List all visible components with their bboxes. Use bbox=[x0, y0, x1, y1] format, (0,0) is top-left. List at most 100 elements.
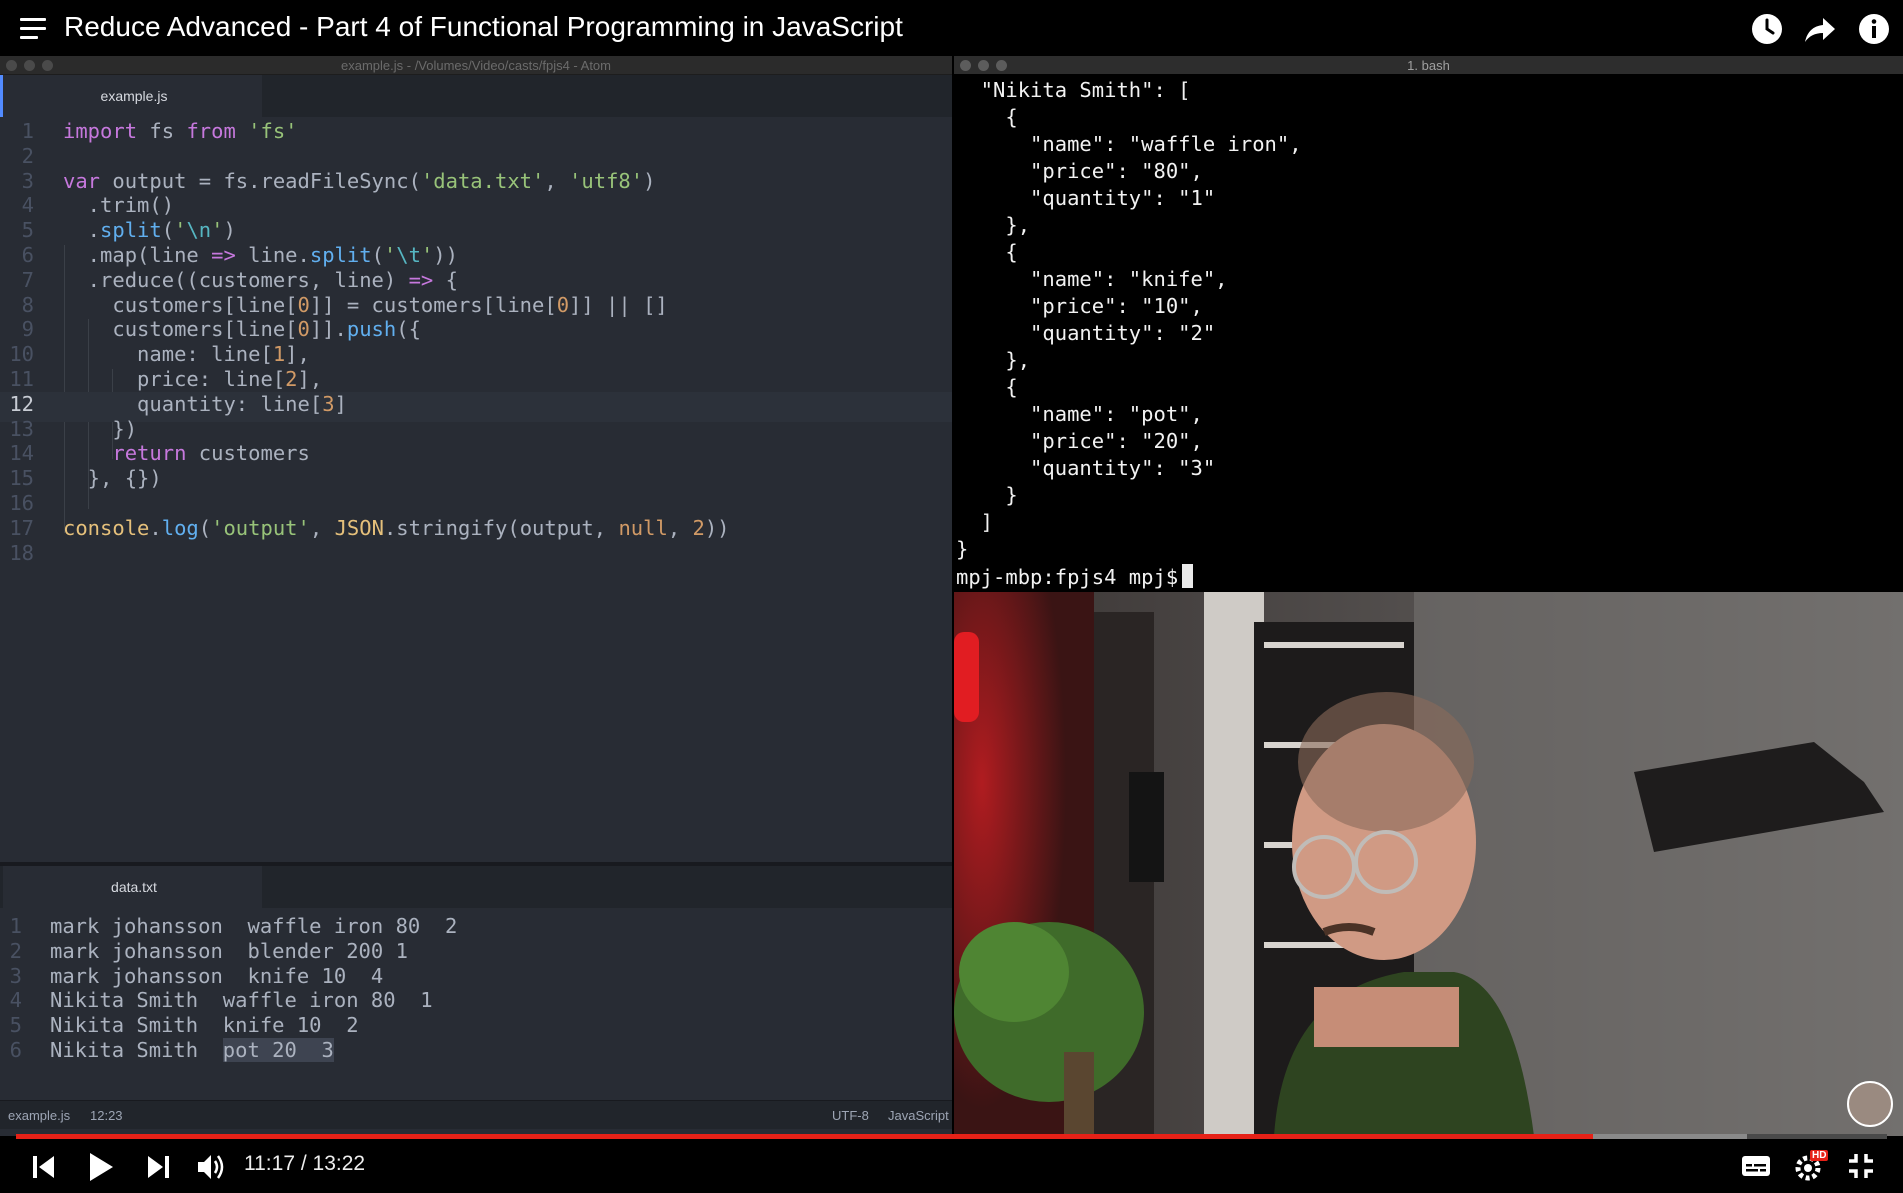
code-text: .reduce((customers, line) => { bbox=[63, 267, 458, 292]
terminal-line: "name": "waffle iron", bbox=[956, 132, 1302, 156]
terminal-line: "Nikita Smith": [ bbox=[956, 78, 1191, 102]
code-text: customers[line[0]].push({ bbox=[63, 317, 421, 342]
code-text: .map(line => line.split('\t')) bbox=[63, 243, 458, 267]
code-line[interactable]: 18 bbox=[0, 541, 952, 571]
next-icon[interactable] bbox=[146, 1154, 170, 1185]
line-number: 8 bbox=[21, 292, 34, 317]
line-number: 17 bbox=[9, 515, 34, 540]
video-title[interactable]: Reduce Advanced - Part 4 of Functional P… bbox=[64, 11, 903, 43]
line-number: 13 bbox=[9, 416, 34, 441]
editor-titlebar: example.js - /Volumes/Video/casts/fpjs4 … bbox=[0, 56, 952, 75]
code-text: console.log('output', JSON.stringify(out… bbox=[63, 515, 730, 540]
line-number: 1 bbox=[21, 119, 34, 143]
menu-icon[interactable] bbox=[20, 18, 46, 40]
exit-fullscreen-icon[interactable] bbox=[1848, 1153, 1874, 1184]
terminal-window: 1. bash "Nikita Smith": [ { "name": "waf… bbox=[954, 56, 1903, 592]
line-number: 3 bbox=[9, 963, 22, 988]
line-number: 7 bbox=[21, 267, 34, 292]
current-time: 11:17 bbox=[244, 1152, 295, 1175]
info-icon[interactable] bbox=[1857, 12, 1891, 46]
line-number: 4 bbox=[21, 193, 34, 218]
terminal-titlebar: 1. bash bbox=[954, 56, 1903, 74]
terminal-cursor bbox=[1182, 564, 1194, 588]
data-txt-editor[interactable]: 1 mark johansson waffle iron 80 2 2 mark jo… bbox=[0, 908, 952, 1098]
channel-avatar[interactable] bbox=[1847, 1081, 1893, 1127]
atom-editor-window: example.js - /Volumes/Video/casts/fpjs4 … bbox=[0, 56, 952, 1136]
share-icon[interactable] bbox=[1803, 12, 1837, 46]
terminal-line: "name": "knife", bbox=[956, 267, 1228, 291]
code-text: quantity: line[3] bbox=[63, 391, 347, 416]
code-text: .trim() bbox=[63, 193, 175, 218]
terminal-line: ] bbox=[956, 510, 994, 534]
editor-window-title: example.js - /Volumes/Video/casts/fpjs4 … bbox=[341, 58, 611, 73]
line-number: 5 bbox=[9, 1013, 22, 1038]
webcam-video bbox=[954, 592, 1903, 1136]
terminal-line: } bbox=[956, 537, 969, 561]
line-number: 6 bbox=[21, 243, 34, 267]
terminal-line: { bbox=[956, 375, 1018, 399]
player-controls: 11:17 / 13:22 HD bbox=[0, 1140, 1903, 1193]
data-text: mark johansson waffle iron 80 2 bbox=[50, 914, 458, 938]
line-number: 12 bbox=[9, 391, 34, 416]
code-editor[interactable]: 1 import fs from 'fs' 2 3 var output = fs.re… bbox=[0, 117, 952, 862]
data-text: Nikita Smith pot 20 3 bbox=[50, 1038, 334, 1062]
tab-label: example.js bbox=[100, 88, 168, 104]
terminal-line: "price": "80", bbox=[956, 159, 1203, 183]
data-line[interactable]: 6 Nikita Smith pot 20 3 bbox=[0, 1038, 952, 1068]
code-text: import fs from 'fs' bbox=[63, 119, 298, 143]
code-text: customers[line[0]] = customers[line[0]] … bbox=[63, 292, 668, 317]
line-number: 6 bbox=[9, 1038, 22, 1062]
code-text: }) bbox=[63, 416, 138, 441]
status-grammar[interactable]: JavaScript bbox=[888, 1108, 949, 1123]
terminal-title: 1. bash bbox=[1407, 58, 1450, 73]
terminal-line: "name": "pot", bbox=[956, 402, 1203, 426]
clock-icon[interactable] bbox=[1750, 12, 1784, 46]
line-number: 10 bbox=[9, 342, 34, 367]
status-encoding[interactable]: UTF-8 bbox=[832, 1108, 869, 1123]
play-icon[interactable] bbox=[88, 1152, 114, 1187]
time-display: 11:17 / 13:22 bbox=[244, 1152, 366, 1175]
progress-bar[interactable] bbox=[16, 1134, 1887, 1139]
line-number: 5 bbox=[21, 218, 34, 243]
line-number: 4 bbox=[9, 988, 22, 1013]
status-cursor-position[interactable]: 12:23 bbox=[90, 1108, 123, 1123]
terminal-line: "quantity": "2" bbox=[956, 321, 1216, 345]
subtitles-icon[interactable] bbox=[1741, 1154, 1771, 1183]
editor-status-bar: example.js 12:23 UTF-8 JavaScript bbox=[0, 1100, 952, 1129]
line-number: 3 bbox=[21, 168, 34, 193]
text-selection: pot 20 3 bbox=[222, 1038, 334, 1062]
top-pane-tabbar: example.js bbox=[0, 75, 952, 117]
line-number: 2 bbox=[21, 143, 34, 168]
line-number: 2 bbox=[9, 938, 22, 963]
video-title-bar: Reduce Advanced - Part 4 of Functional P… bbox=[0, 0, 1903, 56]
line-number: 9 bbox=[21, 317, 34, 342]
gear-icon[interactable]: HD bbox=[1794, 1150, 1829, 1187]
tab-example-js[interactable]: example.js bbox=[0, 75, 262, 117]
code-text: return customers bbox=[112, 441, 310, 466]
bottom-pane-tabbar: data.txt bbox=[0, 866, 952, 908]
line-number: 18 bbox=[9, 540, 34, 565]
terminal-line: { bbox=[956, 105, 1018, 129]
terminal-prompt[interactable]: mpj-mbp:fpjs4 mpj$ bbox=[956, 564, 1194, 591]
status-file-name[interactable]: example.js bbox=[8, 1108, 70, 1123]
hd-badge: HD bbox=[1810, 1150, 1829, 1161]
code-text: name: line[1], bbox=[63, 342, 310, 367]
progress-played bbox=[16, 1134, 1594, 1139]
code-text: price: line[2], bbox=[63, 367, 323, 391]
terminal-output[interactable]: "Nikita Smith": [ { "name": "waffle iron… bbox=[956, 76, 1901, 591]
tab-data-txt[interactable]: data.txt bbox=[0, 866, 262, 908]
duration: 13:22 bbox=[312, 1152, 366, 1175]
terminal-line: "price": "20", bbox=[956, 429, 1203, 453]
data-text: mark johansson knife 10 4 bbox=[50, 963, 384, 988]
code-text: .split('\n') bbox=[63, 218, 236, 243]
data-text: mark johansson blender 200 1 bbox=[50, 938, 408, 963]
volume-icon[interactable] bbox=[196, 1152, 228, 1187]
code-text: var output = fs.readFileSync('data.txt',… bbox=[63, 168, 656, 193]
terminal-line: } bbox=[956, 483, 1018, 507]
data-text: Nikita Smith waffle iron 80 1 bbox=[50, 988, 433, 1013]
terminal-line: "price": "10", bbox=[956, 294, 1203, 318]
tab-label: data.txt bbox=[111, 879, 157, 895]
code-text: }, {}) bbox=[63, 466, 162, 491]
line-number: 15 bbox=[9, 466, 34, 491]
previous-icon[interactable] bbox=[32, 1154, 56, 1185]
